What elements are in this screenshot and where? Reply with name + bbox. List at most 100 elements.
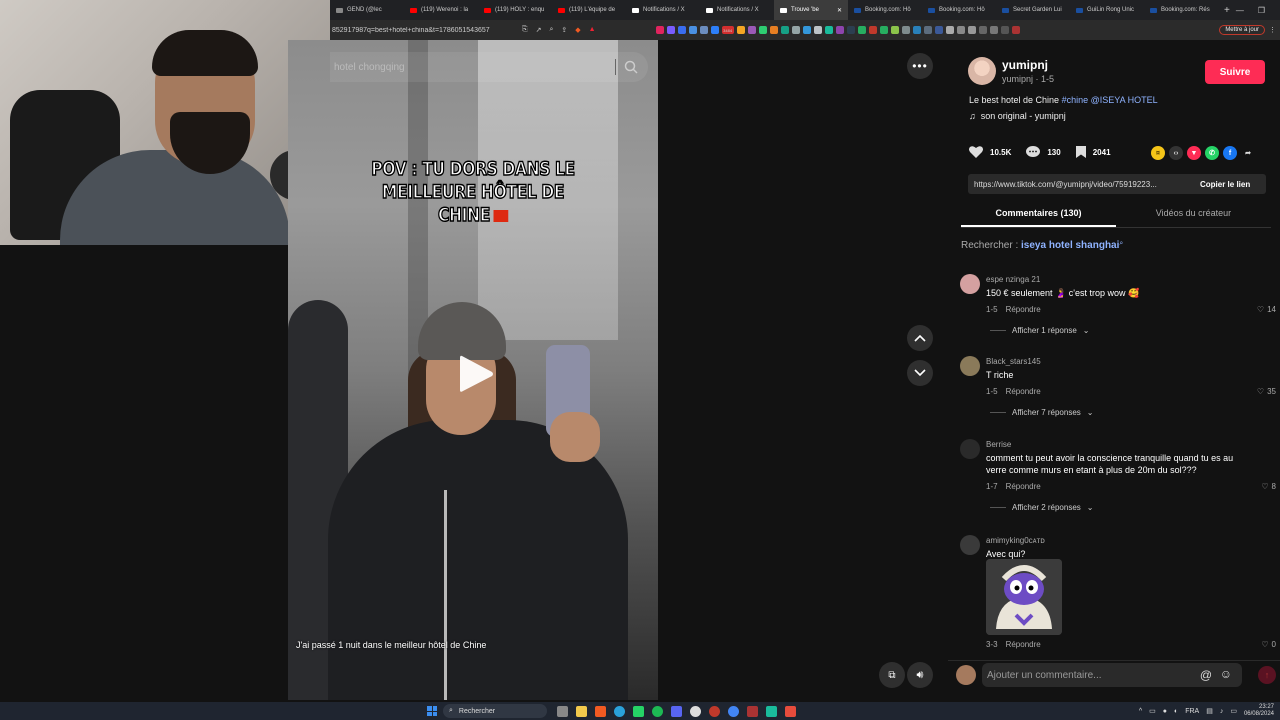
- show-replies[interactable]: Afficher 2 réponses ⌄: [990, 503, 1093, 512]
- ext-icon[interactable]: [868, 26, 877, 34]
- obs-icon[interactable]: [690, 705, 701, 717]
- music-title[interactable]: son original - yumipnj: [981, 111, 1066, 121]
- miniplayer-button[interactable]: ⧉: [879, 662, 905, 688]
- video-search-bar[interactable]: hotel chongqing: [330, 52, 648, 82]
- whatsapp-icon[interactable]: ✆: [1205, 146, 1219, 160]
- menu-icon[interactable]: ⋮: [1269, 26, 1280, 34]
- ext-icon[interactable]: [945, 26, 954, 34]
- comment-avatar[interactable]: [960, 439, 980, 459]
- ext-icon[interactable]: [846, 26, 855, 34]
- show-replies[interactable]: Afficher 7 réponses ⌄: [990, 408, 1093, 417]
- chevron-up-icon[interactable]: ^: [1139, 708, 1142, 715]
- ext-icon[interactable]: [1000, 26, 1009, 34]
- comment-input[interactable]: Ajouter un commentaire... @ ☺: [982, 663, 1242, 687]
- ext-icon[interactable]: [824, 26, 833, 34]
- browser-tab[interactable]: Booking.com: Hô: [922, 0, 996, 20]
- tab-comments[interactable]: Commentaires (130): [961, 202, 1116, 227]
- ext-icon[interactable]: [769, 26, 778, 34]
- discord-icon[interactable]: [671, 705, 682, 717]
- browser-tab[interactable]: (119) Werenoi : la: [404, 0, 478, 20]
- app-icon[interactable]: [785, 705, 796, 717]
- ext-icon[interactable]: [780, 26, 789, 34]
- tray-icon[interactable]: ▭: [1149, 707, 1156, 715]
- comment-username[interactable]: espe nzinga 21: [986, 275, 1040, 284]
- ext-icon[interactable]: [677, 26, 686, 34]
- ext-icon[interactable]: [967, 26, 976, 34]
- author-username[interactable]: yumipnj: [1002, 58, 1054, 72]
- ext-icon[interactable]: [890, 26, 899, 34]
- hashtag-link[interactable]: #chine: [1062, 95, 1089, 105]
- ext-icon[interactable]: [934, 26, 943, 34]
- ext-icon[interactable]: [923, 26, 932, 34]
- app-icon[interactable]: [766, 705, 777, 717]
- music-row[interactable]: ♫ son original - yumipnj: [969, 111, 1066, 121]
- ext-icon[interactable]: [956, 26, 965, 34]
- follow-button[interactable]: Suivre: [1205, 60, 1265, 84]
- comment-stat[interactable]: 130: [1025, 145, 1061, 159]
- browser-tab[interactable]: Notifications / X: [700, 0, 774, 20]
- comment-like[interactable]: ♡ 8: [1261, 482, 1276, 491]
- comment-username[interactable]: Black_stars145: [986, 357, 1041, 366]
- file-explorer-icon[interactable]: [576, 705, 587, 717]
- send-friend-icon[interactable]: ▼: [1187, 146, 1201, 160]
- browser-tab[interactable]: GuiLin Rong Unic: [1070, 0, 1144, 20]
- ext-icon[interactable]: [747, 26, 756, 34]
- video-link[interactable]: https://www.tiktok.com/@yumipnj/video/75…: [968, 180, 1194, 189]
- tray-icon[interactable]: ●: [1163, 708, 1167, 715]
- open-icon[interactable]: ↗: [536, 26, 542, 34]
- share-icon[interactable]: ⇪: [561, 26, 567, 34]
- rewards-icon[interactable]: ▲: [589, 26, 596, 34]
- search-input[interactable]: hotel chongqing: [334, 62, 405, 73]
- brave-icon[interactable]: [595, 705, 606, 717]
- comment-avatar[interactable]: [960, 535, 980, 555]
- comment-like[interactable]: ♡ 35: [1257, 387, 1276, 396]
- volume-button[interactable]: 🔊︎: [907, 662, 933, 688]
- browser-tab[interactable]: (119) L'équipe de: [552, 0, 626, 20]
- ext-icon[interactable]: [989, 26, 998, 34]
- maximize-icon[interactable]: ❐: [1258, 6, 1265, 15]
- more-options-button[interactable]: •••: [907, 53, 933, 79]
- show-replies[interactable]: Afficher 1 réponse ⌄: [990, 326, 1089, 335]
- ext-icon[interactable]: [688, 26, 697, 34]
- comment-username[interactable]: amimyking0ᴄᴀᴛᴅ: [986, 536, 1045, 545]
- reply-button[interactable]: Répondre: [1006, 305, 1041, 314]
- ext-icon[interactable]: [912, 26, 921, 34]
- comment-avatar[interactable]: [960, 356, 980, 376]
- taskbar-search[interactable]: ⌕ Rechercher: [443, 704, 547, 718]
- comment-username[interactable]: Berrise: [986, 440, 1011, 449]
- ext-badge-icon[interactable]: 3484: [721, 26, 734, 34]
- mention-link[interactable]: @ISEYA HOTEL: [1091, 95, 1158, 105]
- zoom-icon[interactable]: ⌕: [549, 26, 553, 34]
- battery-icon[interactable]: ▭: [1230, 707, 1237, 715]
- clock[interactable]: 23:27 06/08/2024: [1244, 704, 1274, 718]
- coin-icon[interactable]: ¤: [1151, 146, 1165, 160]
- ext-icon[interactable]: [791, 26, 800, 34]
- browser-tab[interactable]: Secret Garden Lui: [996, 0, 1070, 20]
- minimize-icon[interactable]: —: [1236, 6, 1244, 15]
- ext-icon[interactable]: [655, 26, 664, 34]
- browser-tab[interactable]: Booking.com: Hô: [848, 0, 922, 20]
- video-player[interactable]: POV : TU DORS DANS LE MEILLEURE HÔTEL DE…: [288, 40, 658, 700]
- tab-creator-videos[interactable]: Vidéos du créateur: [1116, 202, 1271, 227]
- share-arrow-icon[interactable]: ➦: [1241, 146, 1255, 160]
- new-tab-button[interactable]: +: [1218, 5, 1236, 16]
- task-view-icon[interactable]: [557, 705, 568, 717]
- reply-button[interactable]: Répondre: [1006, 387, 1041, 396]
- emoji-icon[interactable]: ☺: [1220, 667, 1232, 681]
- browser-tab[interactable]: GEND (@lec: [330, 0, 404, 20]
- browser-tab[interactable]: Booking.com: Rés: [1144, 0, 1218, 20]
- suggestion-query[interactable]: iseya hotel shanghai: [1021, 240, 1119, 251]
- play-icon[interactable]: [456, 352, 496, 396]
- ext-icon[interactable]: [758, 26, 767, 34]
- url-field[interactable]: 852917987q=best+hotel+china&t=1786051543…: [332, 27, 512, 34]
- previous-video-button[interactable]: [907, 325, 933, 351]
- mention-icon[interactable]: @: [1200, 668, 1212, 682]
- ext-icon[interactable]: [666, 26, 675, 34]
- app-icon[interactable]: [747, 705, 758, 717]
- volume-icon[interactable]: ♪: [1220, 708, 1224, 715]
- ext-icon[interactable]: [857, 26, 866, 34]
- install-icon[interactable]: ⎘: [522, 26, 528, 34]
- save-stat[interactable]: 2041: [1075, 145, 1111, 159]
- spotify-icon[interactable]: [652, 705, 663, 717]
- facebook-icon[interactable]: f: [1223, 146, 1237, 160]
